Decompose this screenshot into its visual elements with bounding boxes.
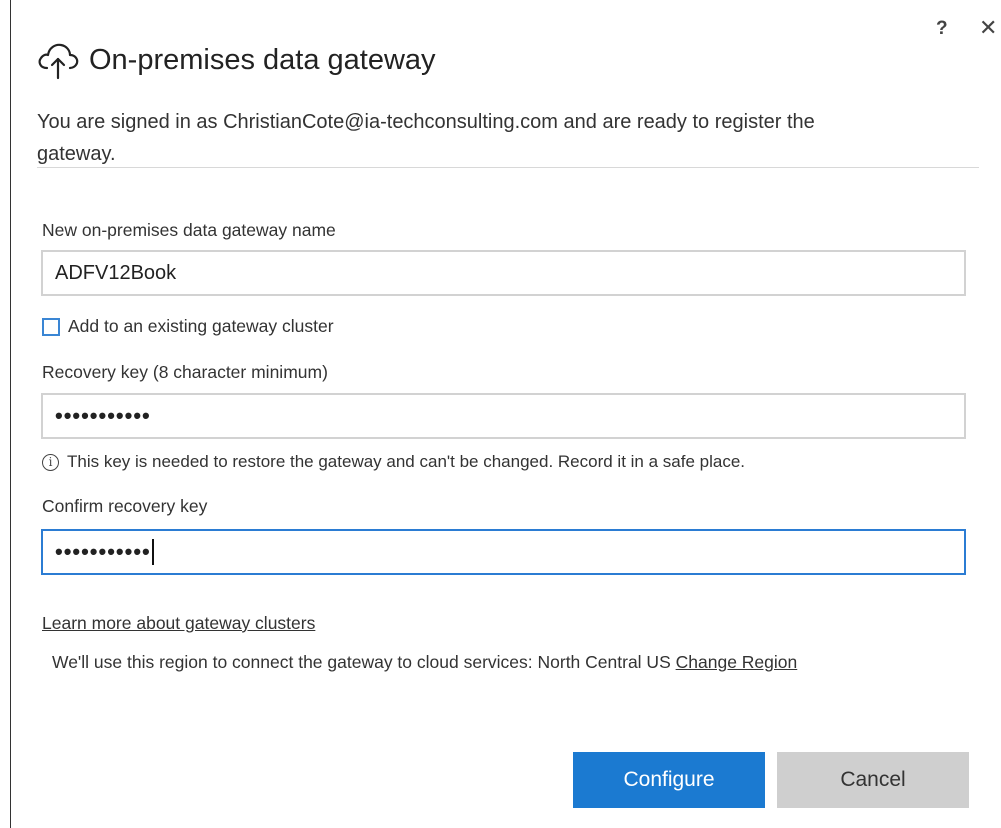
gateway-name-input[interactable]: ADFV12Book [41, 250, 966, 296]
help-button[interactable]: ? [936, 18, 948, 40]
cluster-checkbox-label[interactable]: Add to an existing gateway cluster [68, 316, 334, 337]
recovery-key-label: Recovery key (8 character minimum) [42, 362, 328, 382]
region-row: We'll use this region to connect the gat… [52, 652, 797, 673]
dialog-title: On-premises data gateway [89, 43, 436, 76]
region-text: We'll use this region to connect the gat… [52, 652, 671, 672]
gateway-dialog: ? ✕ On-premises data gateway You are sig… [10, 0, 1001, 828]
divider [37, 167, 979, 168]
cluster-checkbox[interactable] [42, 317, 60, 336]
recovery-key-input[interactable]: ••••••••••• [41, 393, 966, 439]
configure-button[interactable]: Configure [573, 752, 765, 808]
gateway-name-value: ADFV12Book [55, 261, 177, 284]
text-caret [151, 539, 154, 565]
learn-more-link[interactable]: Learn more about gateway clusters [42, 613, 315, 634]
cancel-button[interactable]: Cancel [777, 752, 969, 808]
change-region-link[interactable]: Change Region [676, 652, 798, 672]
confirm-key-input[interactable]: ••••••••••• [41, 529, 966, 575]
info-icon: i [42, 453, 59, 471]
recovery-key-value: ••••••••••• [55, 403, 151, 428]
recovery-key-hint: This key is needed to restore the gatewa… [67, 452, 745, 471]
gateway-name-label: New on-premises data gateway name [42, 220, 336, 240]
recovery-key-info: i This key is needed to restore the gate… [42, 452, 745, 472]
close-button[interactable]: ✕ [979, 15, 997, 41]
signed-in-message: You are signed in as ChristianCote@ia-te… [37, 111, 815, 165]
confirm-key-value: ••••••••••• [55, 539, 151, 564]
cluster-checkbox-row[interactable]: Add to an existing gateway cluster [42, 316, 334, 337]
title-row: On-premises data gateway [35, 38, 436, 82]
confirm-key-label: Confirm recovery key [42, 496, 208, 516]
cloud-upload-icon [38, 43, 79, 80]
